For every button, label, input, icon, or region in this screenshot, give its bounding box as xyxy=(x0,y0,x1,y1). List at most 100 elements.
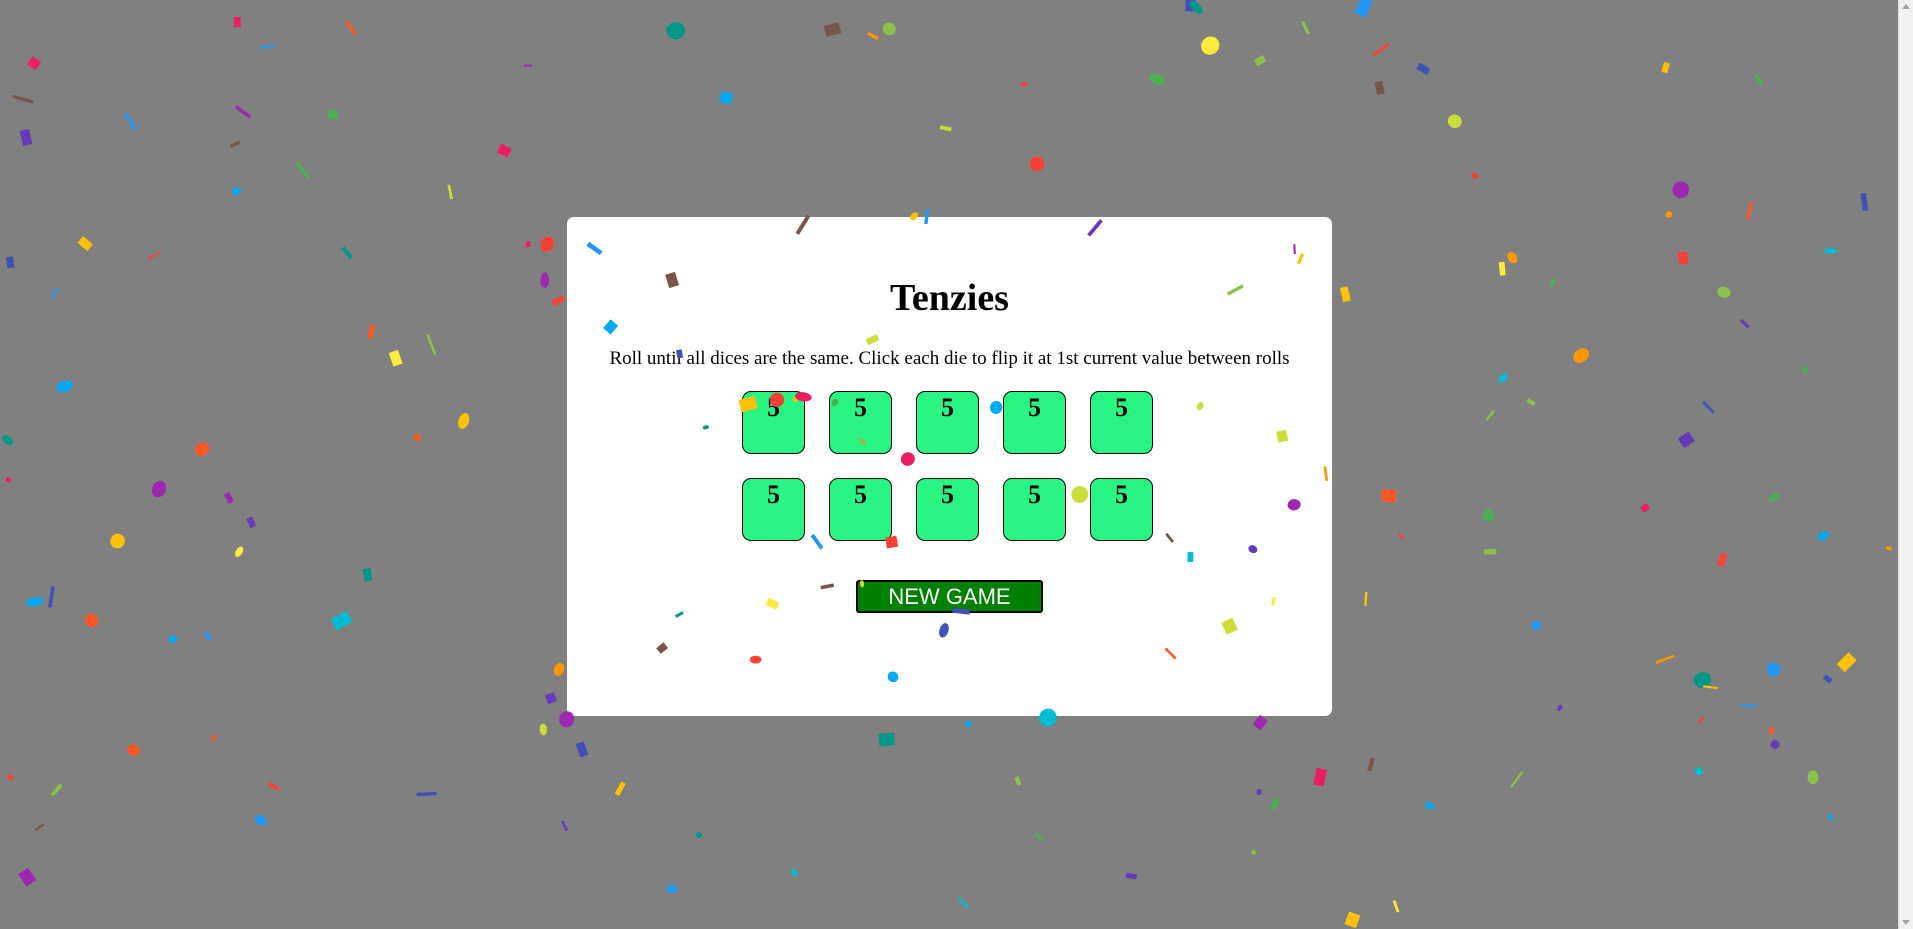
confetti-piece xyxy=(1807,770,1819,785)
confetti-piece xyxy=(666,21,686,40)
die[interactable]: 5 xyxy=(742,478,805,541)
confetti-piece xyxy=(1125,872,1138,880)
confetti-piece xyxy=(167,634,179,645)
confetti-piece xyxy=(1185,0,1196,12)
scroll-down-arrow-icon[interactable] xyxy=(1902,920,1910,925)
confetti-piece xyxy=(19,128,33,147)
die-value: 5 xyxy=(854,480,867,509)
confetti-piece xyxy=(229,140,241,149)
confetti-piece xyxy=(1034,832,1045,842)
confetti-piece xyxy=(1640,502,1651,513)
confetti-piece xyxy=(539,723,548,736)
dice-grid: 5 5 5 5 5 5 5 5 5 5 xyxy=(742,391,1153,541)
vertical-scrollbar[interactable] xyxy=(1898,0,1913,929)
confetti-piece xyxy=(233,16,241,28)
confetti-piece xyxy=(1885,546,1892,551)
confetti-piece xyxy=(1694,767,1703,776)
confetti-piece xyxy=(695,831,703,839)
game-card: Tenzies Roll until all dices are the sam… xyxy=(567,217,1332,716)
confetti-piece xyxy=(544,692,558,705)
confetti-piece xyxy=(1661,62,1670,74)
confetti-piece xyxy=(194,442,210,457)
confetti-piece xyxy=(1526,398,1536,407)
confetti-piece xyxy=(246,516,257,529)
die[interactable]: 5 xyxy=(1090,391,1153,454)
confetti-piece xyxy=(1509,771,1524,788)
confetti-piece xyxy=(5,256,15,269)
die-value: 5 xyxy=(854,393,867,422)
confetti-piece xyxy=(234,546,244,557)
confetti-piece xyxy=(1269,797,1281,811)
confetti-piece xyxy=(719,91,734,105)
confetti-piece xyxy=(1717,286,1731,298)
new-game-button[interactable]: NEW GAME xyxy=(856,580,1043,613)
die[interactable]: 5 xyxy=(916,391,979,454)
confetti-piece xyxy=(1424,801,1435,811)
confetti-piece xyxy=(1677,431,1695,449)
confetti-piece xyxy=(267,781,280,791)
scroll-up-arrow-icon[interactable] xyxy=(1902,4,1910,9)
confetti-piece xyxy=(1702,685,1719,690)
die-value: 5 xyxy=(941,480,954,509)
confetti-piece xyxy=(1313,767,1327,787)
confetti-piece xyxy=(254,814,267,826)
confetti-piece xyxy=(1753,73,1764,86)
confetti-piece xyxy=(1392,900,1400,913)
confetti-piece xyxy=(1482,509,1495,522)
die[interactable]: 5 xyxy=(829,478,892,541)
confetti-piece xyxy=(259,43,276,49)
die-value: 5 xyxy=(767,393,780,422)
confetti-piece xyxy=(1148,73,1166,86)
confetti-piece xyxy=(447,184,453,200)
confetti-piece xyxy=(1484,548,1497,555)
die[interactable]: 5 xyxy=(916,478,979,541)
confetti-piece xyxy=(1716,552,1728,568)
confetti-piece xyxy=(540,272,550,288)
confetti-piece xyxy=(231,186,242,197)
confetti-piece xyxy=(18,867,37,887)
confetti-piece xyxy=(1739,318,1750,329)
confetti-piece xyxy=(1701,400,1715,414)
instructions-text: Roll until all dices are the same. Click… xyxy=(609,348,1290,369)
confetti-piece xyxy=(50,783,63,797)
confetti-piece xyxy=(1672,181,1690,199)
confetti-piece xyxy=(1189,0,1203,14)
confetti-piece xyxy=(458,413,470,429)
confetti-piece xyxy=(25,597,44,607)
confetti-piece xyxy=(575,741,589,758)
confetti-piece xyxy=(330,610,353,631)
die[interactable]: 5 xyxy=(829,391,892,454)
confetti-piece xyxy=(1021,81,1028,87)
confetti-piece xyxy=(1768,726,1774,735)
confetti-piece xyxy=(235,105,252,119)
die-value: 5 xyxy=(1115,393,1128,422)
die[interactable]: 5 xyxy=(1090,478,1153,541)
confetti-piece xyxy=(127,744,140,757)
confetti-piece xyxy=(957,897,970,909)
confetti-piece xyxy=(939,125,952,132)
confetti-piece xyxy=(1339,286,1351,303)
confetti-piece xyxy=(1745,201,1754,221)
confetti-piece xyxy=(1817,531,1830,541)
confetti-piece xyxy=(1801,366,1809,373)
confetti-piece xyxy=(1507,251,1518,264)
die-value: 5 xyxy=(767,480,780,509)
confetti-piece xyxy=(553,662,565,676)
confetti-piece xyxy=(1344,911,1361,929)
die[interactable]: 5 xyxy=(1003,391,1066,454)
confetti-piece xyxy=(666,883,678,894)
confetti-piece xyxy=(56,380,73,393)
confetti-piece xyxy=(1250,849,1257,856)
confetti-piece xyxy=(1201,36,1220,55)
confetti-piece xyxy=(1367,757,1375,772)
confetti-piece xyxy=(211,734,216,742)
confetti-piece xyxy=(496,143,512,158)
confetti-piece xyxy=(5,476,12,484)
confetti-piece xyxy=(203,631,213,641)
confetti-piece xyxy=(1471,172,1479,179)
die[interactable]: 5 xyxy=(742,391,805,454)
confetti-piece xyxy=(2,435,14,446)
die[interactable]: 5 xyxy=(1003,478,1066,541)
confetti-piece xyxy=(1548,277,1557,288)
confetti-piece xyxy=(341,246,354,260)
